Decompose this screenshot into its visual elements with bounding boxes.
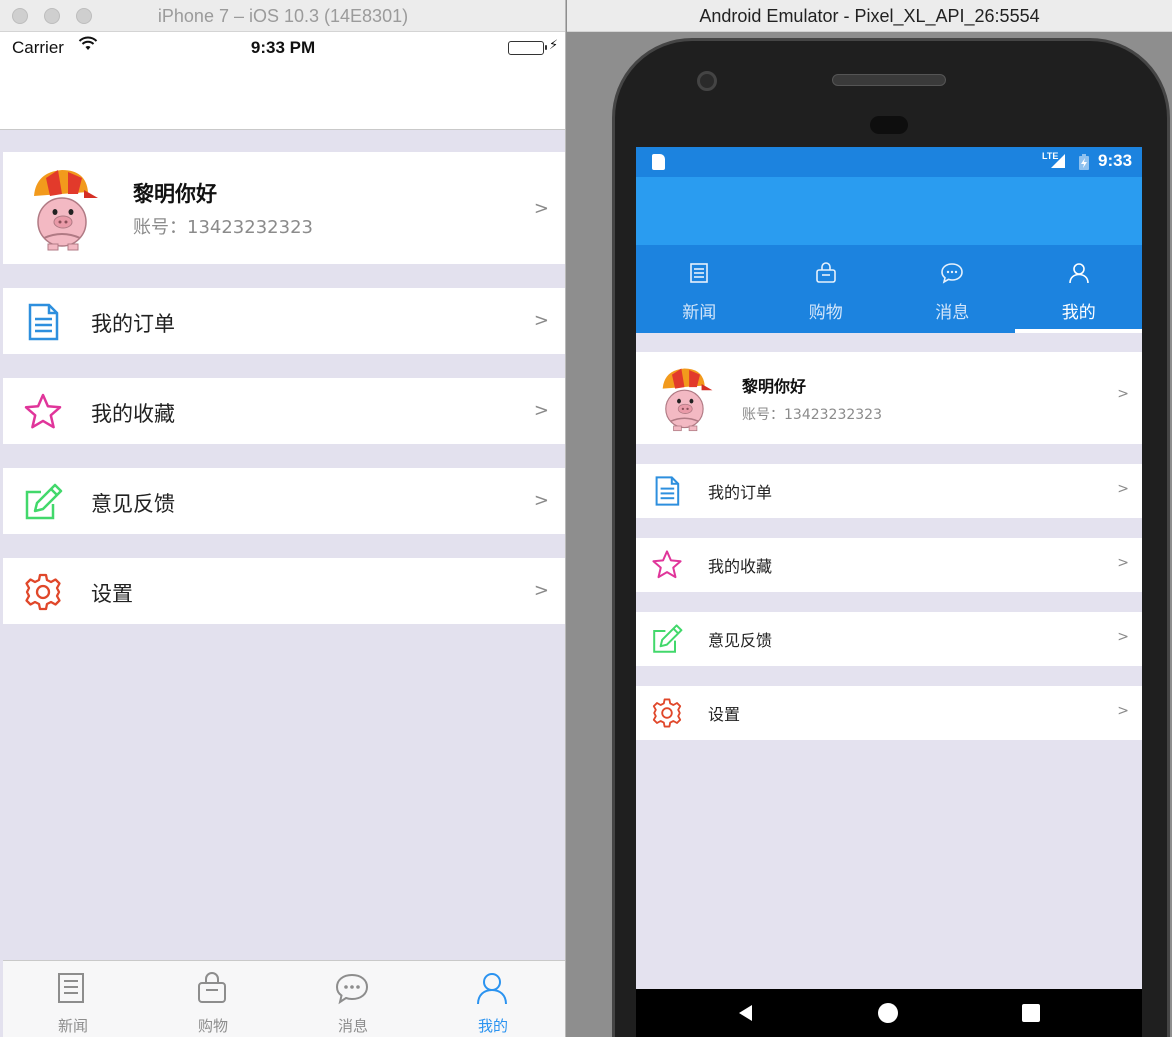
tab-label: 新闻 xyxy=(682,303,717,323)
ios-window-title: iPhone 7 – iOS 10.3 (14E8301) xyxy=(157,6,409,26)
recent-apps-icon[interactable] xyxy=(1022,1004,1040,1022)
menu-item-label: 意见反馈 xyxy=(91,492,175,516)
signal-icon xyxy=(1051,154,1065,168)
menu-item-favorites[interactable]: 我的收藏 > xyxy=(3,378,565,444)
tab-label: 购物 xyxy=(197,1017,228,1035)
tab-mine[interactable]: 我的 xyxy=(423,961,563,1037)
tab-news[interactable]: 新闻 xyxy=(636,245,763,333)
tab-shopping[interactable]: 购物 xyxy=(143,961,283,1037)
tab-news[interactable]: 新闻 xyxy=(3,961,143,1037)
chevron-right-icon: > xyxy=(533,198,549,219)
message-icon xyxy=(941,263,963,284)
status-time: 9:33 xyxy=(1098,151,1133,170)
android-window-titlebar: Android Emulator - Pixel_XL_API_26:5554 xyxy=(567,0,1172,32)
profile-name: 黎明你好 xyxy=(133,182,217,206)
chevron-right-icon: > xyxy=(533,580,549,601)
back-icon[interactable] xyxy=(736,1003,756,1023)
avatar xyxy=(662,368,713,432)
chevron-right-icon: > xyxy=(1117,481,1129,497)
ios-status-bar: Carrier 9:33 PM ⚡ xyxy=(0,32,565,130)
chevron-right-icon: > xyxy=(1117,629,1129,645)
shopping-bag-icon xyxy=(198,972,226,1003)
charging-bolt-icon: ⚡ xyxy=(549,38,559,53)
star-icon xyxy=(24,393,62,429)
home-icon[interactable] xyxy=(878,1003,898,1023)
earpiece-speaker xyxy=(832,74,946,86)
tab-mine[interactable]: 我的 xyxy=(1016,245,1143,333)
tab-label: 新闻 xyxy=(57,1017,88,1035)
profile-card[interactable]: 黎明你好 账号：13423232323 > xyxy=(3,152,565,264)
menu-item-feedback[interactable]: 意见反馈 > xyxy=(3,468,565,534)
battery-charging-icon xyxy=(1079,154,1089,170)
person-icon xyxy=(1068,263,1089,284)
tab-label: 我的 xyxy=(1061,303,1096,323)
shopping-bag-icon xyxy=(815,262,836,283)
menu-item-label: 设置 xyxy=(708,705,741,724)
edit-icon xyxy=(25,483,63,520)
front-camera-icon xyxy=(697,71,717,91)
profile-name: 黎明你好 xyxy=(742,377,807,396)
chevron-right-icon: > xyxy=(533,400,549,421)
avatar xyxy=(34,170,98,251)
menu-item-label: 我的订单 xyxy=(708,483,773,502)
tab-messages[interactable]: 消息 xyxy=(283,961,423,1037)
menu-item-label: 我的收藏 xyxy=(91,402,175,426)
ios-window-titlebar: iPhone 7 – iOS 10.3 (14E8301) xyxy=(0,0,565,32)
tab-indicator xyxy=(1015,329,1142,333)
menu-item-favorites[interactable]: 我的收藏 > xyxy=(636,538,1142,592)
person-icon xyxy=(477,973,507,1005)
chevron-right-icon: > xyxy=(533,490,549,511)
tab-label: 购物 xyxy=(808,303,843,323)
menu-item-feedback[interactable]: 意见反馈 > xyxy=(636,612,1142,666)
document-icon xyxy=(28,303,59,341)
chevron-right-icon: > xyxy=(1117,703,1129,719)
gear-icon xyxy=(652,698,682,728)
android-status-bar: LTE 9:33 xyxy=(636,147,1142,177)
status-time: 9:33 PM xyxy=(250,38,316,57)
menu-item-orders[interactable]: 我的订单 > xyxy=(636,464,1142,518)
android-navigation-bar xyxy=(636,989,1142,1037)
news-icon xyxy=(690,263,708,283)
android-screen: LTE 9:33 新闻 购物 消息 我的 黎明你好 账号：13423232323… xyxy=(636,147,1142,1037)
android-action-bar xyxy=(636,177,1142,245)
menu-item-label: 我的订单 xyxy=(91,312,175,336)
menu-item-settings[interactable]: 设置 > xyxy=(636,686,1142,740)
menu-item-label: 意见反馈 xyxy=(708,631,773,650)
profile-account: 账号：13423232323 xyxy=(133,217,313,238)
chevron-right-icon: > xyxy=(533,310,549,331)
tab-messages[interactable]: 消息 xyxy=(889,245,1016,333)
chevron-right-icon: > xyxy=(1117,555,1129,571)
battery-full-icon xyxy=(508,41,547,55)
tab-label: 我的 xyxy=(477,1017,508,1035)
menu-item-label: 设置 xyxy=(91,582,133,606)
proximity-sensor xyxy=(870,116,908,134)
menu-item-label: 我的收藏 xyxy=(708,557,773,576)
android-window-title: Android Emulator - Pixel_XL_API_26:5554 xyxy=(699,6,1040,26)
profile-card[interactable]: 黎明你好 账号：13423232323 > xyxy=(636,352,1142,444)
menu-item-settings[interactable]: 设置 > xyxy=(3,558,565,624)
star-icon xyxy=(652,550,682,579)
android-tab-bar: 新闻 购物 消息 我的 xyxy=(636,245,1142,333)
document-icon xyxy=(655,476,680,506)
tab-label: 消息 xyxy=(935,303,970,323)
sd-card-icon xyxy=(652,154,665,170)
profile-account: 账号：13423232323 xyxy=(742,407,882,423)
ios-simulator-window: iPhone 7 – iOS 10.3 (14E8301) Carrier 9:… xyxy=(0,0,566,1037)
tab-label: 消息 xyxy=(337,1017,368,1035)
edit-icon xyxy=(653,624,683,653)
gear-icon xyxy=(25,573,61,611)
menu-item-orders[interactable]: 我的订单 > xyxy=(3,288,565,354)
tab-shopping[interactable]: 购物 xyxy=(763,245,890,333)
ios-tab-bar: 新闻 购物 消息 我的 xyxy=(3,960,565,1037)
message-icon xyxy=(335,973,369,1005)
news-icon xyxy=(58,973,84,1003)
chevron-right-icon: > xyxy=(1117,386,1129,402)
